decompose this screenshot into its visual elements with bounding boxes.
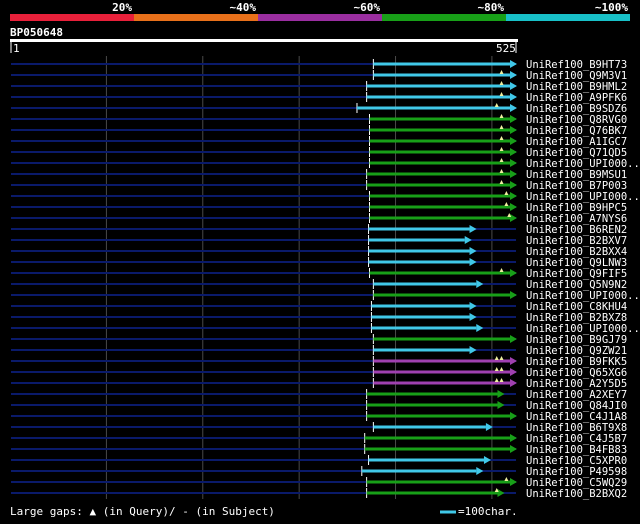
hit-arrow-icon	[510, 214, 517, 222]
query-gap-marker-icon	[499, 169, 504, 173]
hit-arrow-icon	[510, 368, 517, 376]
legend-label-3: ~60%	[354, 1, 381, 14]
hit-arrow-icon	[510, 159, 517, 167]
hit-arrow-icon	[510, 104, 517, 112]
query-gap-marker-icon	[499, 180, 504, 184]
query-gap-marker-icon	[499, 70, 504, 74]
query-gap-marker-icon	[494, 378, 499, 382]
legend-color-3	[382, 14, 506, 21]
hit-arrow-icon	[476, 280, 484, 288]
legend-label-5: ~100%	[595, 1, 628, 14]
hit-arrow-icon	[469, 302, 477, 310]
query-gap-marker-icon	[499, 92, 504, 96]
legend-color-2	[258, 14, 382, 21]
query-bar	[10, 39, 518, 42]
hit-arrow-icon	[510, 379, 517, 387]
blast-alignment-view: 20% ~40% ~60% ~80% ~100% BP050648 1 525 UniR…	[0, 0, 640, 520]
query-ruler: 1 525	[10, 39, 518, 55]
hit-arrow-icon	[510, 126, 517, 134]
hit-arrow-icon	[469, 247, 477, 255]
query-gap-marker-icon	[494, 356, 499, 360]
gaps-query-label: (in Query)/	[103, 505, 176, 518]
hit-arrow-icon	[510, 478, 517, 486]
scale-label: =100char.	[458, 505, 518, 518]
grid-lines	[105, 56, 493, 499]
legend-label-2: ~40%	[230, 1, 257, 14]
query-gap-marker-icon	[499, 158, 504, 162]
hit-row[interactable]: UniRef100_B2BXQ2	[11, 488, 627, 500]
hit-arrow-icon	[464, 236, 472, 244]
hit-arrow-icon	[510, 170, 517, 178]
query-gap-marker-icon	[499, 125, 504, 129]
query-gap-marker-icon	[499, 81, 504, 85]
hit-arrow-icon	[510, 181, 517, 189]
query-gap-marker-icon	[504, 477, 509, 481]
gap-legend-text: Large gaps: ▲ (in Query)/ - (in Subject)	[10, 505, 275, 518]
query-gap-marker-icon	[499, 147, 504, 151]
hit-arrow-icon	[510, 71, 517, 79]
hit-arrow-icon	[510, 60, 517, 68]
hit-arrow-icon	[510, 269, 517, 277]
query-gap-marker-icon	[499, 114, 504, 118]
query-id: BP050648	[10, 26, 63, 39]
query-gap-marker-icon	[499, 268, 504, 272]
hit-arrow-icon	[469, 313, 477, 321]
query-gap-marker-icon	[504, 202, 509, 206]
hit-arrow-icon	[510, 434, 517, 442]
hit-arrow-icon	[510, 82, 517, 90]
hit-arrow-icon	[476, 467, 484, 475]
query-gap-marker-icon	[499, 136, 504, 140]
hit-arrow-icon	[469, 258, 477, 266]
hit-arrow-icon	[510, 93, 517, 101]
legend-color-4	[506, 14, 630, 21]
hit-arrow-icon	[510, 192, 517, 200]
hit-arrow-icon	[510, 357, 517, 365]
hit-arrow-icon	[510, 412, 517, 420]
hit-arrow-icon	[510, 335, 517, 343]
gaps-subject-label: - (in Subject)	[182, 505, 275, 518]
hit-rows: UniRef100_B9HT73UniRef100_Q9M3V1UniRef10…	[11, 59, 640, 500]
ruler-start-label: 1	[13, 42, 20, 55]
identity-legend: 20% ~40% ~60% ~80% ~100%	[10, 1, 630, 21]
hit-arrow-icon	[510, 137, 517, 145]
legend-label-1: 20%	[112, 1, 132, 14]
query-gap-marker-icon	[499, 356, 504, 360]
legend-color-0	[10, 14, 134, 21]
hit-arrow-icon	[469, 225, 477, 233]
hit-arrow-icon	[469, 346, 477, 354]
hit-arrow-icon	[510, 115, 517, 123]
hit-name-link[interactable]: UniRef100_B2BXQ2	[526, 488, 627, 500]
query-gap-marker-icon	[499, 378, 504, 382]
footer: Large gaps: ▲ (in Query)/ - (in Subject)…	[10, 505, 518, 518]
hit-arrow-icon	[476, 324, 484, 332]
legend-label-4: ~80%	[478, 1, 505, 14]
hit-arrow-icon	[497, 489, 505, 497]
hit-arrow-icon	[510, 291, 517, 299]
query-gap-marker-icon	[504, 191, 509, 195]
query-gap-marker-icon	[494, 367, 499, 371]
query-gap-marker-icon	[494, 103, 499, 107]
hit-arrow-icon	[483, 456, 491, 464]
hit-arrow-icon	[497, 401, 505, 409]
hit-arrow-icon	[510, 148, 517, 156]
hit-arrow-icon	[510, 445, 517, 453]
legend-color-1	[134, 14, 258, 21]
hit-arrow-icon	[497, 390, 505, 398]
ruler-end-label: 525	[496, 42, 516, 55]
hit-arrow-icon	[510, 203, 517, 211]
alignment-chart: 20% ~40% ~60% ~80% ~100% BP050648 1 525 UniR…	[10, 1, 640, 518]
gaps-prefix: Large gaps:	[10, 505, 83, 518]
query-gap-marker-icon	[499, 367, 504, 371]
gap-query-marker-icon: ▲	[89, 505, 96, 518]
